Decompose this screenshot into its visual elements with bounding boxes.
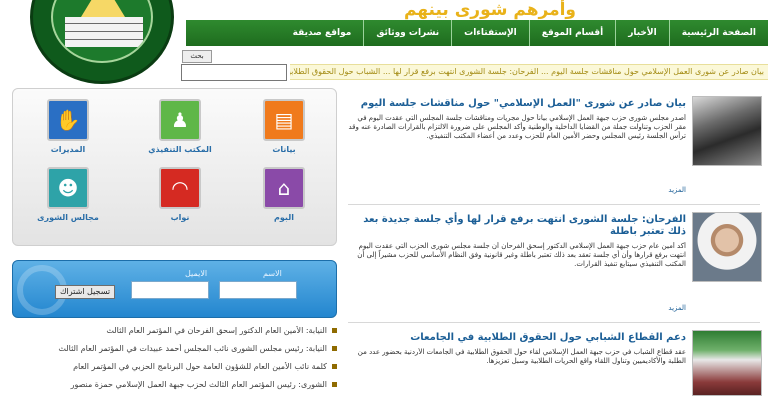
- bullet-icon: [332, 328, 337, 333]
- divider: [348, 204, 760, 205]
- nav-polls[interactable]: الإستفتاءات: [451, 20, 529, 46]
- article-youth-sector: دعم القطاع الشبابي حول الحقوق الطلابية ف…: [348, 330, 768, 400]
- signal-icon: ◠: [171, 176, 189, 200]
- nav-sections[interactable]: أقسام الموقع: [528, 20, 615, 46]
- handshake-icon: ✋: [55, 108, 81, 132]
- main-navigation: الصفحة الرئيسية الأخبار أقسام الموقع الإ…: [186, 20, 768, 46]
- name-label: الاسم: [263, 269, 282, 278]
- article-photo[interactable]: [692, 330, 762, 396]
- register-button[interactable]: تسجيل اشتراك: [55, 285, 115, 299]
- search-button[interactable]: بحث: [182, 50, 212, 63]
- nav-home[interactable]: الصفحة الرئيسية: [668, 20, 768, 46]
- news-ticker[interactable]: بيان صادر عن شورى العمل الإسلامي حول منا…: [290, 64, 768, 80]
- search-input[interactable]: [181, 64, 287, 81]
- email-input[interactable]: [131, 281, 209, 299]
- article-title[interactable]: بيان صادر عن شورى "العمل الإسلامي" حول م…: [348, 98, 686, 110]
- meeting-icon: ♟: [171, 108, 189, 132]
- party-logo[interactable]: [30, 0, 174, 84]
- tile-deputies[interactable]: ◠ نواب: [135, 167, 225, 229]
- bullet-icon: [332, 382, 337, 387]
- list-item[interactable]: الشورى: رئيس المؤتمر العام الثالث لحزب ج…: [12, 380, 337, 398]
- email-label: الايميل: [185, 269, 208, 278]
- nav-friendly-sites[interactable]: مواقع صديقة: [281, 20, 364, 46]
- list-item[interactable]: النيابة: رئيس مجلس الشورى نائب المجلس أح…: [12, 344, 337, 362]
- article-title[interactable]: الفرحان: جلسة الشورى انتهت برفع قرار لها…: [348, 214, 686, 238]
- tile-executive-office[interactable]: ♟ المكتب التنفيذي: [135, 99, 225, 161]
- people-icon: ☻: [57, 176, 79, 200]
- tile-directorates[interactable]: ✋ المديرات: [23, 99, 113, 161]
- read-more-link[interactable]: المزيد: [348, 304, 686, 312]
- article-body: أصدر مجلس شورى حزب جبهة العمل الإسلامي ب…: [348, 114, 687, 140]
- article-photo[interactable]: [692, 212, 762, 282]
- quick-links-panel: ✋ المديرات ♟ المكتب التنفيذي ▤ بيانات ☻ …: [12, 88, 337, 246]
- list-item[interactable]: كلمة نائب الأمين العام للشؤون العامة حول…: [12, 362, 337, 380]
- subscription-panel: الاسم الايميل تسجيل اشتراك: [12, 260, 337, 318]
- logo-emblem-icon: [51, 0, 153, 63]
- article-shura-statement: بيان صادر عن شورى "العمل الإسلامي" حول م…: [348, 96, 768, 196]
- bullet-icon: [332, 346, 337, 351]
- nav-news[interactable]: الأخبار: [615, 20, 669, 46]
- name-input[interactable]: [219, 281, 297, 299]
- article-photo[interactable]: [692, 96, 762, 166]
- article-body: أكد أمين عام حزب جبهة العمل الإسلامي الد…: [357, 242, 686, 268]
- read-more-link[interactable]: المزيد: [348, 186, 686, 194]
- site-slogan: وأمرهم شورى بينهم: [403, 0, 576, 20]
- bullet-icon: [332, 364, 337, 369]
- list-item[interactable]: النيابة: الأمين العام الدكتور إسحق الفرح…: [12, 326, 337, 344]
- document-icon: ▤: [274, 108, 294, 132]
- article-body: عقد قطاع الشباب في حزب جبهة العمل الإسلا…: [357, 348, 686, 365]
- article-title[interactable]: دعم القطاع الشبابي حول الحقوق الطلابية ف…: [348, 332, 686, 344]
- home-icon: ⌂: [277, 176, 291, 200]
- tile-shura-councils[interactable]: ☻ مجالس الشورى: [23, 167, 113, 229]
- tile-album[interactable]: ⌂ البوم: [239, 167, 329, 229]
- divider: [348, 322, 760, 323]
- tile-statements[interactable]: ▤ بيانات: [239, 99, 329, 161]
- nav-documents[interactable]: نشرات ووثائق: [363, 20, 451, 46]
- article-farhan-statement: الفرحان: جلسة الشورى انتهت برفع قرار لها…: [348, 212, 768, 316]
- news-list: النيابة: الأمين العام الدكتور إسحق الفرح…: [12, 326, 337, 398]
